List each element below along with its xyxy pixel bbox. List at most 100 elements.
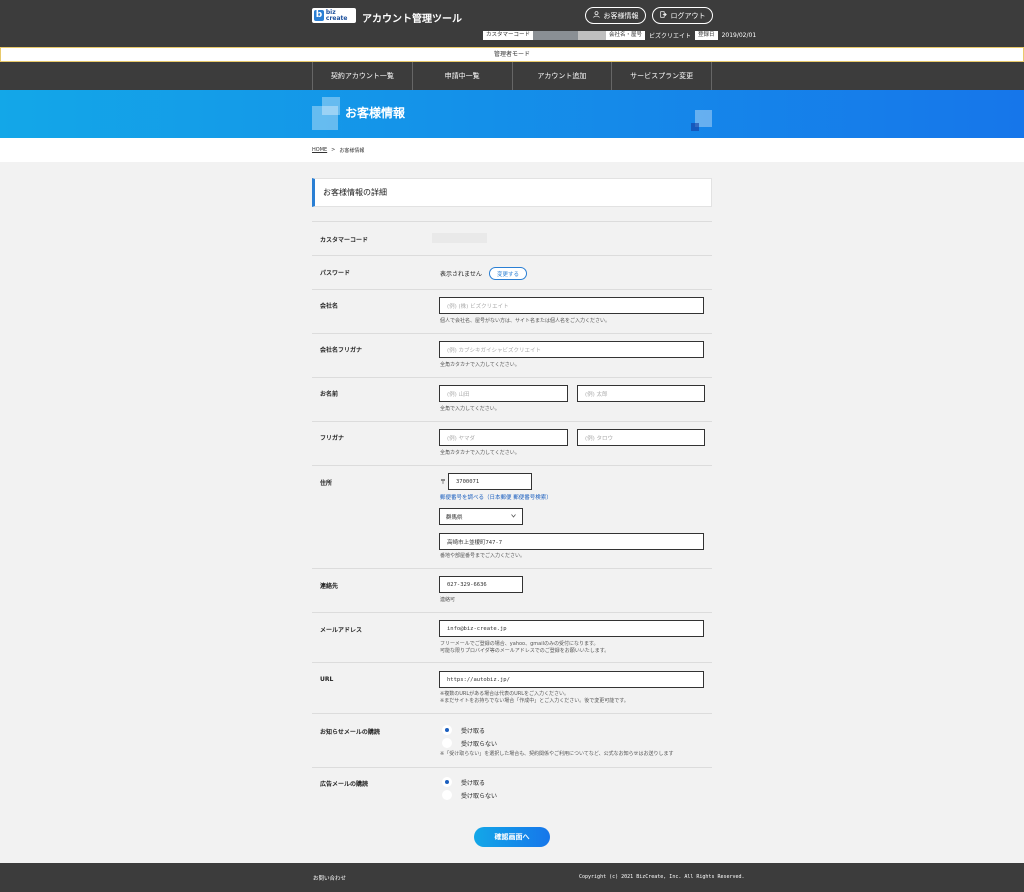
notice-mail-option-decline-label: 受け取らない — [461, 740, 498, 748]
main-nav: 契約アカウント一覧 申請中一覧 アカウント追加 サービスプラン変更 — [0, 62, 1024, 90]
zip-mark: 〒 — [440, 479, 447, 486]
company-tag: 会社名・屋号 — [606, 31, 646, 40]
phone-label: 連絡先 — [320, 583, 339, 590]
banner-square — [312, 106, 338, 130]
company-name-help: 個人で会社名、屋号がない方は、サイト名または個人名をご入力ください。 — [440, 318, 611, 324]
row-divider — [312, 465, 712, 466]
logo-text: biz create — [325, 8, 348, 22]
breadcrumb-bar — [0, 138, 1024, 162]
street-address-input[interactable]: 高崎市上並榎町747-7 — [439, 533, 704, 550]
admin-mode-bar: 管理者モード — [0, 47, 1024, 62]
confirm-button[interactable]: 確認画面へ — [474, 827, 550, 847]
radio-checked-icon — [442, 725, 452, 735]
customer-code-value-2 — [578, 31, 607, 40]
banner-square — [691, 123, 699, 131]
ad-mail-label: 広告メールの購読 — [320, 781, 369, 788]
radio-unchecked-icon — [442, 738, 452, 748]
url-help-1: ※複数のURLがある場合は代表のURLをご入力ください。 — [440, 691, 570, 697]
company-kana-label: 会社名フリガナ — [320, 347, 363, 354]
zip-lookup-link[interactable]: 郵便番号を調べる（日本郵便 郵便番号検索） — [440, 493, 552, 501]
app-title: アカウント管理ツール — [362, 14, 462, 25]
breadcrumb-home[interactable]: HOME — [312, 147, 327, 154]
row-divider — [312, 221, 712, 222]
page-title: お客様情報 — [345, 106, 406, 120]
nav-items: 契約アカウント一覧 申請中一覧 アカウント追加 サービスプラン変更 — [312, 62, 712, 90]
password-label: パスワード — [320, 270, 351, 277]
footer-contact-link[interactable]: お問い合わせ — [313, 874, 346, 882]
footer-copyright: Copyright (c) 2021 BizCreate, Inc. All R… — [579, 874, 745, 880]
logout-label: ログアウト — [670, 11, 706, 20]
phone-input[interactable]: 027-329-6636 — [439, 576, 523, 593]
row-divider — [312, 767, 712, 768]
url-help-2: ※まだサイトをお持ちでない場合「作成中」とご入力ください。後で変更可能です。 — [440, 698, 629, 704]
prefecture-value: 群馬県 — [446, 514, 463, 521]
company-value: ビズクリエイト — [649, 33, 692, 40]
zip-code-input[interactable]: 3700071 — [448, 473, 532, 490]
logout-button[interactable]: ログアウト — [652, 7, 713, 24]
row-divider — [312, 568, 712, 569]
prefecture-select[interactable]: 群馬県 — [439, 508, 523, 525]
row-divider — [312, 333, 712, 334]
row-divider — [312, 377, 712, 378]
ad-mail-option-receive[interactable]: 受け取る — [442, 777, 485, 787]
password-value: 表示されません — [440, 271, 482, 278]
customer-code-value — [533, 31, 579, 40]
customer-code-label: カスタマーコード — [320, 237, 369, 244]
row-divider — [312, 662, 712, 663]
row-divider — [312, 255, 712, 256]
first-name-input[interactable]: (例) 太郎 — [577, 385, 705, 402]
change-password-button[interactable]: 変更する — [489, 267, 527, 280]
last-name-kana-input[interactable]: (例) ヤマダ — [439, 429, 568, 446]
company-kana-input[interactable]: (例) カブシキガイシャビズクリエイト — [439, 341, 704, 358]
user-icon — [592, 11, 600, 20]
row-divider — [312, 289, 712, 290]
nav-contract-accounts[interactable]: 契約アカウント一覧 — [312, 62, 412, 90]
page-banner — [0, 90, 1024, 138]
nav-add-account[interactable]: アカウント追加 — [511, 62, 612, 90]
address-label: 住所 — [320, 480, 333, 487]
ad-mail-option-receive-label: 受け取る — [461, 779, 486, 787]
account-meta: カスタマーコード 会社名・屋号 ビズクリエイト 登録日 2019/02/01 — [483, 31, 760, 40]
customer-code-tag: カスタマーコード — [483, 31, 534, 40]
radio-unchecked-icon — [442, 790, 452, 800]
nav-plan-change[interactable]: サービスプラン変更 — [611, 62, 712, 90]
ad-mail-option-decline[interactable]: 受け取らない — [442, 790, 497, 800]
radio-checked-icon — [442, 777, 452, 787]
url-input[interactable]: https://autobiz.jp/ — [439, 671, 704, 688]
registered-tag: 登録日 — [695, 31, 718, 40]
company-name-label: 会社名 — [320, 303, 339, 310]
nav-pending-list[interactable]: 申請中一覧 — [411, 62, 512, 90]
name-kana-label: フリガナ — [320, 435, 345, 442]
company-name-input[interactable]: (例) (株) ビズクリエイト — [439, 297, 704, 314]
customer-info-button[interactable]: お客様情報 — [585, 7, 646, 24]
customer-info-label: お客様情報 — [603, 11, 639, 20]
notice-mail-option-receive[interactable]: 受け取る — [442, 725, 485, 735]
notice-mail-help: ※「受け取らない」を選択した場合も、契約関係やご利用についてなど、公式なお知らせ… — [440, 751, 674, 757]
logo[interactable]: b biz create — [312, 8, 356, 23]
customer-code-value-field — [432, 233, 487, 243]
address-help: 番地や部屋番号までご入力ください。 — [440, 553, 526, 559]
name-label: お名前 — [320, 391, 339, 398]
row-divider — [312, 612, 712, 613]
email-label: メールアドレス — [320, 627, 363, 634]
breadcrumb: HOME > お客様情報 — [312, 147, 364, 154]
chevron-down-icon — [511, 513, 516, 520]
url-label: URL — [320, 676, 334, 683]
last-name-input[interactable]: (例) 山田 — [439, 385, 568, 402]
notice-mail-label: お知らせメールの購読 — [320, 729, 380, 736]
breadcrumb-separator: > — [331, 147, 336, 153]
footer — [0, 863, 1024, 892]
email-help-2: 可能な限りプロバイダ等のメールアドレスでのご登録をお願いいたします。 — [440, 648, 610, 654]
name-kana-help: 全角カタカナで入力してください。 — [440, 450, 520, 456]
logo-mark: b — [314, 10, 324, 21]
row-divider — [312, 713, 712, 714]
phone-help: 連絡可 — [440, 597, 456, 603]
first-name-kana-input[interactable]: (例) タロウ — [577, 429, 705, 446]
logout-icon — [659, 11, 667, 20]
notice-mail-option-decline[interactable]: 受け取らない — [442, 738, 497, 748]
breadcrumb-current: お客様情報 — [339, 148, 365, 154]
email-input[interactable]: info@biz-create.jp — [439, 620, 704, 637]
company-kana-help: 全角カタカナで入力してください。 — [440, 362, 520, 368]
ad-mail-option-decline-label: 受け取らない — [461, 792, 498, 800]
registered-value: 2019/02/01 — [721, 32, 757, 39]
